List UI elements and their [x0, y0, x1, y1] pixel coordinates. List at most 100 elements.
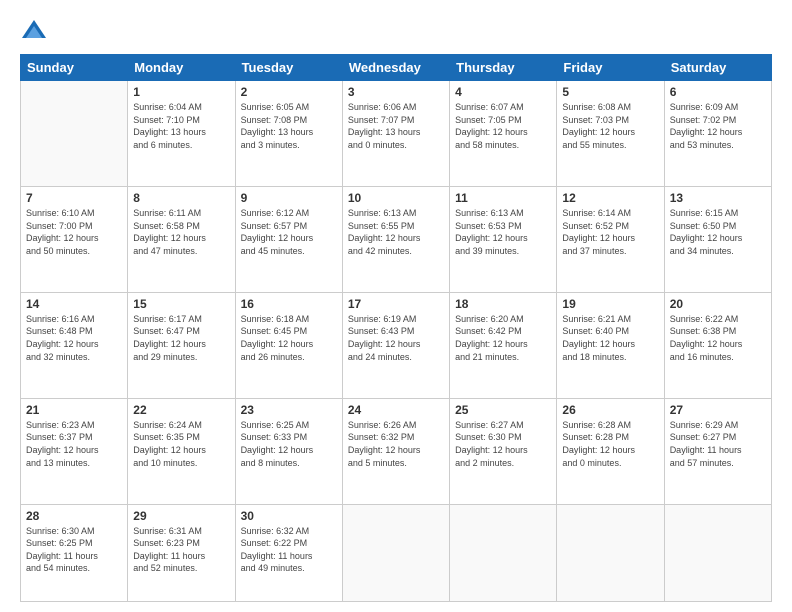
day-info: Sunrise: 6:09 AMSunset: 7:02 PMDaylight:…	[670, 101, 766, 151]
day-info: Sunrise: 6:14 AMSunset: 6:52 PMDaylight:…	[562, 207, 658, 257]
weekday-header-sunday: Sunday	[21, 55, 128, 81]
day-info: Sunrise: 6:26 AMSunset: 6:32 PMDaylight:…	[348, 419, 444, 469]
day-info: Sunrise: 6:21 AMSunset: 6:40 PMDaylight:…	[562, 313, 658, 363]
day-info: Sunrise: 6:05 AMSunset: 7:08 PMDaylight:…	[241, 101, 337, 151]
day-cell: 21Sunrise: 6:23 AMSunset: 6:37 PMDayligh…	[21, 398, 128, 504]
day-number: 3	[348, 85, 444, 99]
day-number: 14	[26, 297, 122, 311]
day-number: 23	[241, 403, 337, 417]
day-cell: 29 Sunrise: 6:31 AMSunset: 6:23 PMDayligh…	[128, 504, 235, 601]
day-number: 11	[455, 191, 551, 205]
week-row-1: 1Sunrise: 6:04 AMSunset: 7:10 PMDaylight…	[21, 81, 772, 187]
weekday-header-monday: Monday	[128, 55, 235, 81]
day-cell: 18 Sunrise: 6:20 AMSunset: 6:42 PMDayligh…	[450, 292, 557, 398]
day-info: Sunrise: 6:27 AMSunset: 6:30 PMDaylight:…	[455, 419, 551, 469]
day-number: 5	[562, 85, 658, 99]
page: SundayMondayTuesdayWednesdayThursdayFrid…	[0, 0, 792, 612]
day-cell: 22 Sunrise: 6:24 AMSunset: 6:35 PMDayligh…	[128, 398, 235, 504]
day-info: Sunrise: 6:18 AMSunset: 6:45 PMDaylight:…	[241, 313, 337, 363]
day-cell: 12 Sunrise: 6:14 AMSunset: 6:52 PMDayligh…	[557, 186, 664, 292]
day-cell: 7 Sunrise: 6:10 AMSunset: 7:00 PMDaylight…	[21, 186, 128, 292]
weekday-header-friday: Friday	[557, 55, 664, 81]
day-cell	[21, 81, 128, 187]
day-number: 12	[562, 191, 658, 205]
day-number: 22	[133, 403, 229, 417]
day-number: 15	[133, 297, 229, 311]
day-info: Sunrise: 6:07 AMSunset: 7:05 PMDaylight:…	[455, 101, 551, 151]
day-cell: 10 Sunrise: 6:13 AMSunset: 6:55 PMDayligh…	[342, 186, 449, 292]
day-info: Sunrise: 6:31 AMSunset: 6:23 PMDaylight:…	[133, 525, 229, 575]
day-info: Sunrise: 6:17 AMSunset: 6:47 PMDaylight:…	[133, 313, 229, 363]
day-number: 30	[241, 509, 337, 523]
day-info: Sunrise: 6:13 AMSunset: 6:55 PMDaylight:…	[348, 207, 444, 257]
day-cell: 9 Sunrise: 6:12 AMSunset: 6:57 PMDaylight…	[235, 186, 342, 292]
day-cell: 24 Sunrise: 6:26 AMSunset: 6:32 PMDayligh…	[342, 398, 449, 504]
day-info: Sunrise: 6:32 AMSunset: 6:22 PMDaylight:…	[241, 525, 337, 575]
day-info: Sunrise: 6:22 AMSunset: 6:38 PMDaylight:…	[670, 313, 766, 363]
day-number: 6	[670, 85, 766, 99]
day-number: 26	[562, 403, 658, 417]
week-row-4: 21Sunrise: 6:23 AMSunset: 6:37 PMDayligh…	[21, 398, 772, 504]
day-cell: 11Sunrise: 6:13 AMSunset: 6:53 PMDayligh…	[450, 186, 557, 292]
week-row-3: 14 Sunrise: 6:16 AMSunset: 6:48 PMDayligh…	[21, 292, 772, 398]
day-cell: 4 Sunrise: 6:07 AMSunset: 7:05 PMDaylight…	[450, 81, 557, 187]
weekday-header-thursday: Thursday	[450, 55, 557, 81]
day-number: 4	[455, 85, 551, 99]
day-info: Sunrise: 6:25 AMSunset: 6:33 PMDaylight:…	[241, 419, 337, 469]
day-cell: 27 Sunrise: 6:29 AMSunset: 6:27 PMDayligh…	[664, 398, 771, 504]
day-number: 1	[133, 85, 229, 99]
week-row-2: 7 Sunrise: 6:10 AMSunset: 7:00 PMDaylight…	[21, 186, 772, 292]
weekday-header-row: SundayMondayTuesdayWednesdayThursdayFrid…	[21, 55, 772, 81]
day-number: 16	[241, 297, 337, 311]
day-info: Sunrise: 6:11 AMSunset: 6:58 PMDaylight:…	[133, 207, 229, 257]
day-cell: 16 Sunrise: 6:18 AMSunset: 6:45 PMDayligh…	[235, 292, 342, 398]
day-info: Sunrise: 6:06 AMSunset: 7:07 PMDaylight:…	[348, 101, 444, 151]
day-cell: 13Sunrise: 6:15 AMSunset: 6:50 PMDayligh…	[664, 186, 771, 292]
day-cell: 17Sunrise: 6:19 AMSunset: 6:43 PMDayligh…	[342, 292, 449, 398]
day-cell: 25 Sunrise: 6:27 AMSunset: 6:30 PMDayligh…	[450, 398, 557, 504]
day-info: Sunrise: 6:10 AMSunset: 7:00 PMDaylight:…	[26, 207, 122, 257]
day-info: Sunrise: 6:29 AMSunset: 6:27 PMDaylight:…	[670, 419, 766, 469]
day-number: 2	[241, 85, 337, 99]
day-number: 8	[133, 191, 229, 205]
day-cell: 30 Sunrise: 6:32 AMSunset: 6:22 PMDayligh…	[235, 504, 342, 601]
day-number: 24	[348, 403, 444, 417]
day-number: 7	[26, 191, 122, 205]
weekday-header-wednesday: Wednesday	[342, 55, 449, 81]
day-info: Sunrise: 6:20 AMSunset: 6:42 PMDaylight:…	[455, 313, 551, 363]
weekday-header-tuesday: Tuesday	[235, 55, 342, 81]
logo-icon	[20, 18, 48, 46]
day-number: 13	[670, 191, 766, 205]
day-cell	[557, 504, 664, 601]
day-number: 19	[562, 297, 658, 311]
day-number: 27	[670, 403, 766, 417]
day-cell: 14 Sunrise: 6:16 AMSunset: 6:48 PMDayligh…	[21, 292, 128, 398]
day-info: Sunrise: 6:28 AMSunset: 6:28 PMDaylight:…	[562, 419, 658, 469]
day-cell	[450, 504, 557, 601]
day-number: 29	[133, 509, 229, 523]
day-cell: 1Sunrise: 6:04 AMSunset: 7:10 PMDaylight…	[128, 81, 235, 187]
day-number: 21	[26, 403, 122, 417]
day-info: Sunrise: 6:12 AMSunset: 6:57 PMDaylight:…	[241, 207, 337, 257]
day-number: 9	[241, 191, 337, 205]
header	[20, 18, 772, 46]
weekday-header-saturday: Saturday	[664, 55, 771, 81]
day-info: Sunrise: 6:08 AMSunset: 7:03 PMDaylight:…	[562, 101, 658, 151]
day-info: Sunrise: 6:24 AMSunset: 6:35 PMDaylight:…	[133, 419, 229, 469]
day-number: 25	[455, 403, 551, 417]
day-cell: 20 Sunrise: 6:22 AMSunset: 6:38 PMDayligh…	[664, 292, 771, 398]
day-number: 18	[455, 297, 551, 311]
day-cell: 26 Sunrise: 6:28 AMSunset: 6:28 PMDayligh…	[557, 398, 664, 504]
day-info: Sunrise: 6:16 AMSunset: 6:48 PMDaylight:…	[26, 313, 122, 363]
day-cell	[664, 504, 771, 601]
day-info: Sunrise: 6:19 AMSunset: 6:43 PMDaylight:…	[348, 313, 444, 363]
day-cell: 28 Sunrise: 6:30 AMSunset: 6:25 PMDayligh…	[21, 504, 128, 601]
day-number: 20	[670, 297, 766, 311]
day-number: 28	[26, 509, 122, 523]
day-cell: 8 Sunrise: 6:11 AMSunset: 6:58 PMDaylight…	[128, 186, 235, 292]
day-cell: 2 Sunrise: 6:05 AMSunset: 7:08 PMDaylight…	[235, 81, 342, 187]
calendar: SundayMondayTuesdayWednesdayThursdayFrid…	[20, 54, 772, 602]
day-info: Sunrise: 6:30 AMSunset: 6:25 PMDaylight:…	[26, 525, 122, 575]
day-number: 10	[348, 191, 444, 205]
day-cell: 19 Sunrise: 6:21 AMSunset: 6:40 PMDayligh…	[557, 292, 664, 398]
